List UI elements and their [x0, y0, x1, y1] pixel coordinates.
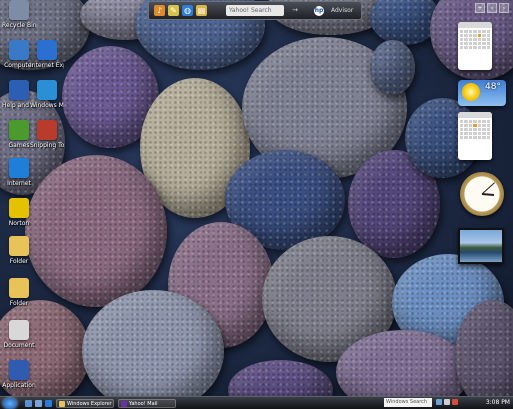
taskbar-search-input[interactable]: Windows Search	[384, 398, 432, 407]
folder-icon[interactable]: ▤	[196, 5, 207, 16]
desktop-icon[interactable]: Folder	[2, 236, 36, 278]
sidebar-controls: + ‹ ›	[475, 3, 509, 13]
advisor-label[interactable]: Advisor	[331, 7, 353, 14]
desktop-icon[interactable]: Recycle Bin	[2, 0, 36, 42]
clock-gadget[interactable]	[460, 172, 504, 216]
weather-temperature: 48°	[485, 82, 501, 92]
desktop-icon-label: Folder	[9, 300, 29, 307]
computer-icon	[9, 40, 29, 60]
slideshow-gadget[interactable]	[458, 228, 504, 264]
wallpaper-stone	[370, 40, 415, 95]
games-icon	[9, 120, 29, 140]
ie-icon	[9, 158, 29, 178]
wallpaper-stone	[25, 155, 167, 307]
taskbar-clock[interactable]: 3:08 PM	[486, 398, 510, 407]
desktop-icon-label: Norton	[8, 220, 30, 227]
desktop-icon-label: Application	[2, 382, 36, 389]
calendar-grid	[458, 118, 492, 141]
search-go-button[interactable]: →	[287, 5, 303, 16]
app-icon	[9, 360, 29, 380]
folder-icon	[59, 400, 65, 407]
calendar-gadget[interactable]	[458, 112, 492, 160]
desktop-icon-label: Windows Media Player	[30, 102, 64, 109]
security-icon[interactable]	[452, 399, 458, 405]
desktop-icon[interactable]: Internet	[2, 158, 36, 200]
weather-gadget[interactable]: 48°	[458, 80, 506, 106]
network-icon	[37, 40, 57, 60]
desktop-icon-label: Internet	[7, 180, 31, 187]
network-icon[interactable]	[436, 399, 442, 405]
next-icon[interactable]: ›	[499, 3, 509, 13]
desktop-icon[interactable]: Document	[2, 320, 36, 362]
show-desktop-icon[interactable]	[25, 399, 32, 407]
taskbar-button-label: Windows Explorer	[67, 400, 112, 407]
wallpaper-stone	[82, 290, 224, 409]
sun-icon	[462, 83, 480, 101]
taskbar-button-explorer[interactable]: Windows Explorer	[56, 398, 114, 408]
notification-area	[436, 399, 458, 405]
taskbar: Windows Explorer Yahoo! Mail Windows Sea…	[0, 396, 513, 409]
mail-icon	[121, 400, 127, 407]
switch-windows-icon[interactable]	[35, 399, 42, 407]
desktop-icon-label: Recycle Bin	[2, 22, 36, 29]
desktop-icon[interactable]: Snipping Tool	[30, 120, 64, 162]
volume-icon[interactable]	[444, 399, 450, 405]
start-button[interactable]	[3, 397, 17, 409]
previous-icon[interactable]: ‹	[487, 3, 497, 13]
desktop-icon-label: Internet Explorer	[30, 62, 64, 69]
desktop-icon-label: Snipping Tool	[30, 142, 64, 149]
globe-icon[interactable]: ◍	[182, 5, 193, 16]
calendar-grid	[458, 28, 492, 51]
desktop-icon-label: Document	[3, 342, 35, 349]
snipping-icon	[37, 120, 57, 140]
clock-minute-hand	[481, 182, 495, 195]
music-icon[interactable]: ♪	[154, 5, 165, 16]
add-gadget-icon[interactable]: +	[475, 3, 485, 13]
document-icon	[9, 320, 29, 340]
ie-icon[interactable]	[45, 399, 52, 407]
quick-toolbar: ♪ ✎ ◍ ▤ Yahoo! Search → hp Advisor	[148, 1, 362, 20]
norton-icon	[9, 198, 29, 218]
folder-icon	[9, 278, 29, 298]
toolbar-search-input[interactable]: Yahoo! Search	[226, 5, 284, 16]
desktop-icon[interactable]: Windows Media Player	[30, 80, 64, 122]
help-icon	[9, 80, 29, 100]
desktop: Recycle BinComputerInternet ExplorerHelp…	[0, 0, 513, 409]
desktop-icon[interactable]: Internet Explorer	[30, 40, 64, 82]
media-icon	[37, 80, 57, 100]
desktop-icon[interactable]: Folder	[2, 278, 36, 320]
notes-icon[interactable]: ✎	[168, 5, 179, 16]
recycle-bin-icon	[9, 0, 29, 20]
calendar-gadget[interactable]	[458, 22, 492, 70]
folder-icon	[9, 236, 29, 256]
desktop-icon-label: Folder	[9, 258, 29, 265]
clock-hour-hand	[481, 193, 495, 197]
hp-logo-icon[interactable]: hp	[314, 5, 324, 16]
desktop-icon[interactable]: Norton	[2, 198, 36, 240]
taskbar-button-label: Yahoo! Mail	[129, 400, 158, 407]
taskbar-button-mail[interactable]: Yahoo! Mail	[118, 398, 176, 408]
